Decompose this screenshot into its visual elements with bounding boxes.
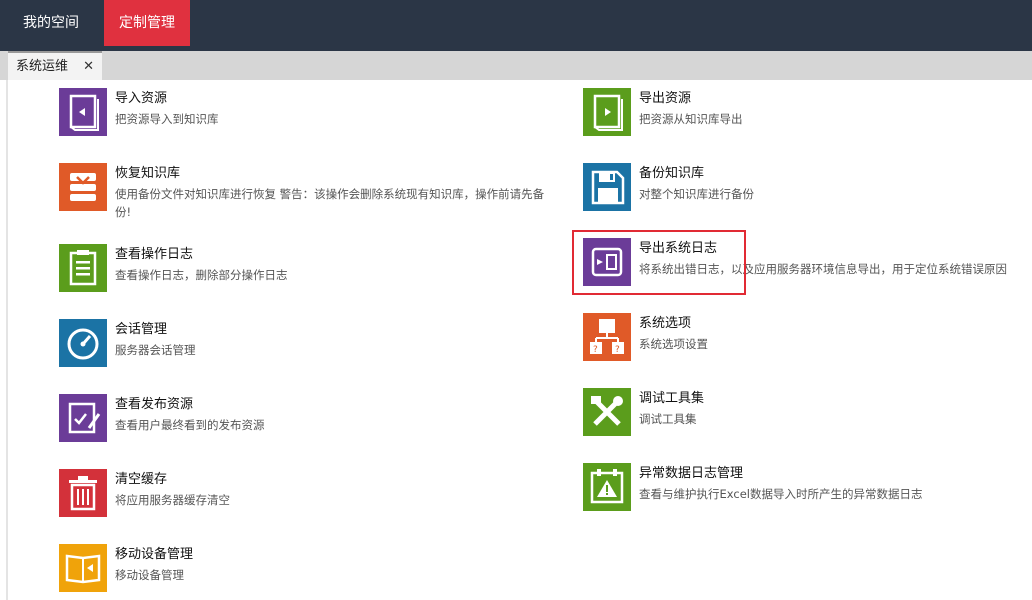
item-desc: 移动设备管理: [115, 568, 184, 582]
item-title: 清空缓存: [115, 472, 168, 487]
tab-label: 系统运维: [16, 59, 69, 74]
item-desc: 调试工具集: [639, 412, 697, 426]
tab-bar: 系统运维 ✕: [0, 51, 1032, 80]
item-desc: 查看操作日志，删除部分操作日志: [115, 268, 288, 282]
item-desc: 将应用服务器缓存清空: [115, 493, 230, 507]
svg-text:?: ?: [615, 345, 620, 355]
item-title: 调试工具集: [639, 391, 705, 406]
item-title: 系统选项: [639, 316, 692, 331]
export-book-icon[interactable]: [583, 88, 631, 136]
options-tree-icon[interactable]: ? ?: [583, 313, 631, 361]
ops-panel: 导入资源 把资源导入到知识库 恢复知识库 使用备份文件对知识库进行恢复 警告：该…: [0, 80, 1032, 600]
item-desc: 使用备份文件对知识库进行恢复 警告：该操作会删除系统现有知识库，操作前请先备份!: [115, 187, 545, 219]
item-desc: 查看用户最终看到的发布资源: [115, 418, 265, 432]
nav-my-space[interactable]: 我的空间: [4, 0, 98, 46]
item-desc: 服务器会话管理: [115, 343, 196, 357]
item-title: 备份知识库: [639, 166, 705, 181]
trash-icon[interactable]: [59, 469, 107, 517]
item-title: 移动设备管理: [115, 547, 194, 562]
tab-system-ops[interactable]: 系统运维 ✕: [8, 51, 102, 80]
item-title: 导出资源: [639, 91, 692, 106]
tools-icon[interactable]: [583, 388, 631, 436]
edit-check-icon[interactable]: [59, 394, 107, 442]
gauge-icon[interactable]: [59, 319, 107, 367]
item-desc: 对整个知识库进行备份: [639, 187, 754, 201]
item-desc: 系统选项设置: [639, 337, 708, 351]
close-icon[interactable]: ✕: [83, 53, 94, 80]
warning-calendar-icon[interactable]: [583, 463, 631, 511]
import-book-icon[interactable]: [59, 88, 107, 136]
item-title: 查看操作日志: [115, 247, 194, 262]
item-desc: 把资源从知识库导出: [639, 112, 743, 126]
nav-custom-management[interactable]: 定制管理: [104, 0, 190, 46]
mobile-book-icon[interactable]: [59, 544, 107, 592]
item-title: 恢复知识库: [115, 166, 181, 181]
item-title: 会话管理: [115, 322, 168, 337]
item-desc: 把资源导入到知识库: [115, 112, 219, 126]
item-title: 查看发布资源: [115, 397, 194, 412]
svg-text:?: ?: [593, 345, 598, 355]
clipboard-log-icon[interactable]: [59, 244, 107, 292]
floppy-save-icon[interactable]: [583, 163, 631, 211]
item-title: 异常数据日志管理: [639, 466, 744, 481]
selection-highlight: [572, 230, 746, 295]
item-title: 导入资源: [115, 91, 168, 106]
item-desc: 查看与维护执行Excel数据导入时所产生的异常数据日志: [639, 487, 923, 501]
top-bar: 我的空间 定制管理: [0, 0, 1032, 51]
restore-stack-icon[interactable]: [59, 163, 107, 211]
